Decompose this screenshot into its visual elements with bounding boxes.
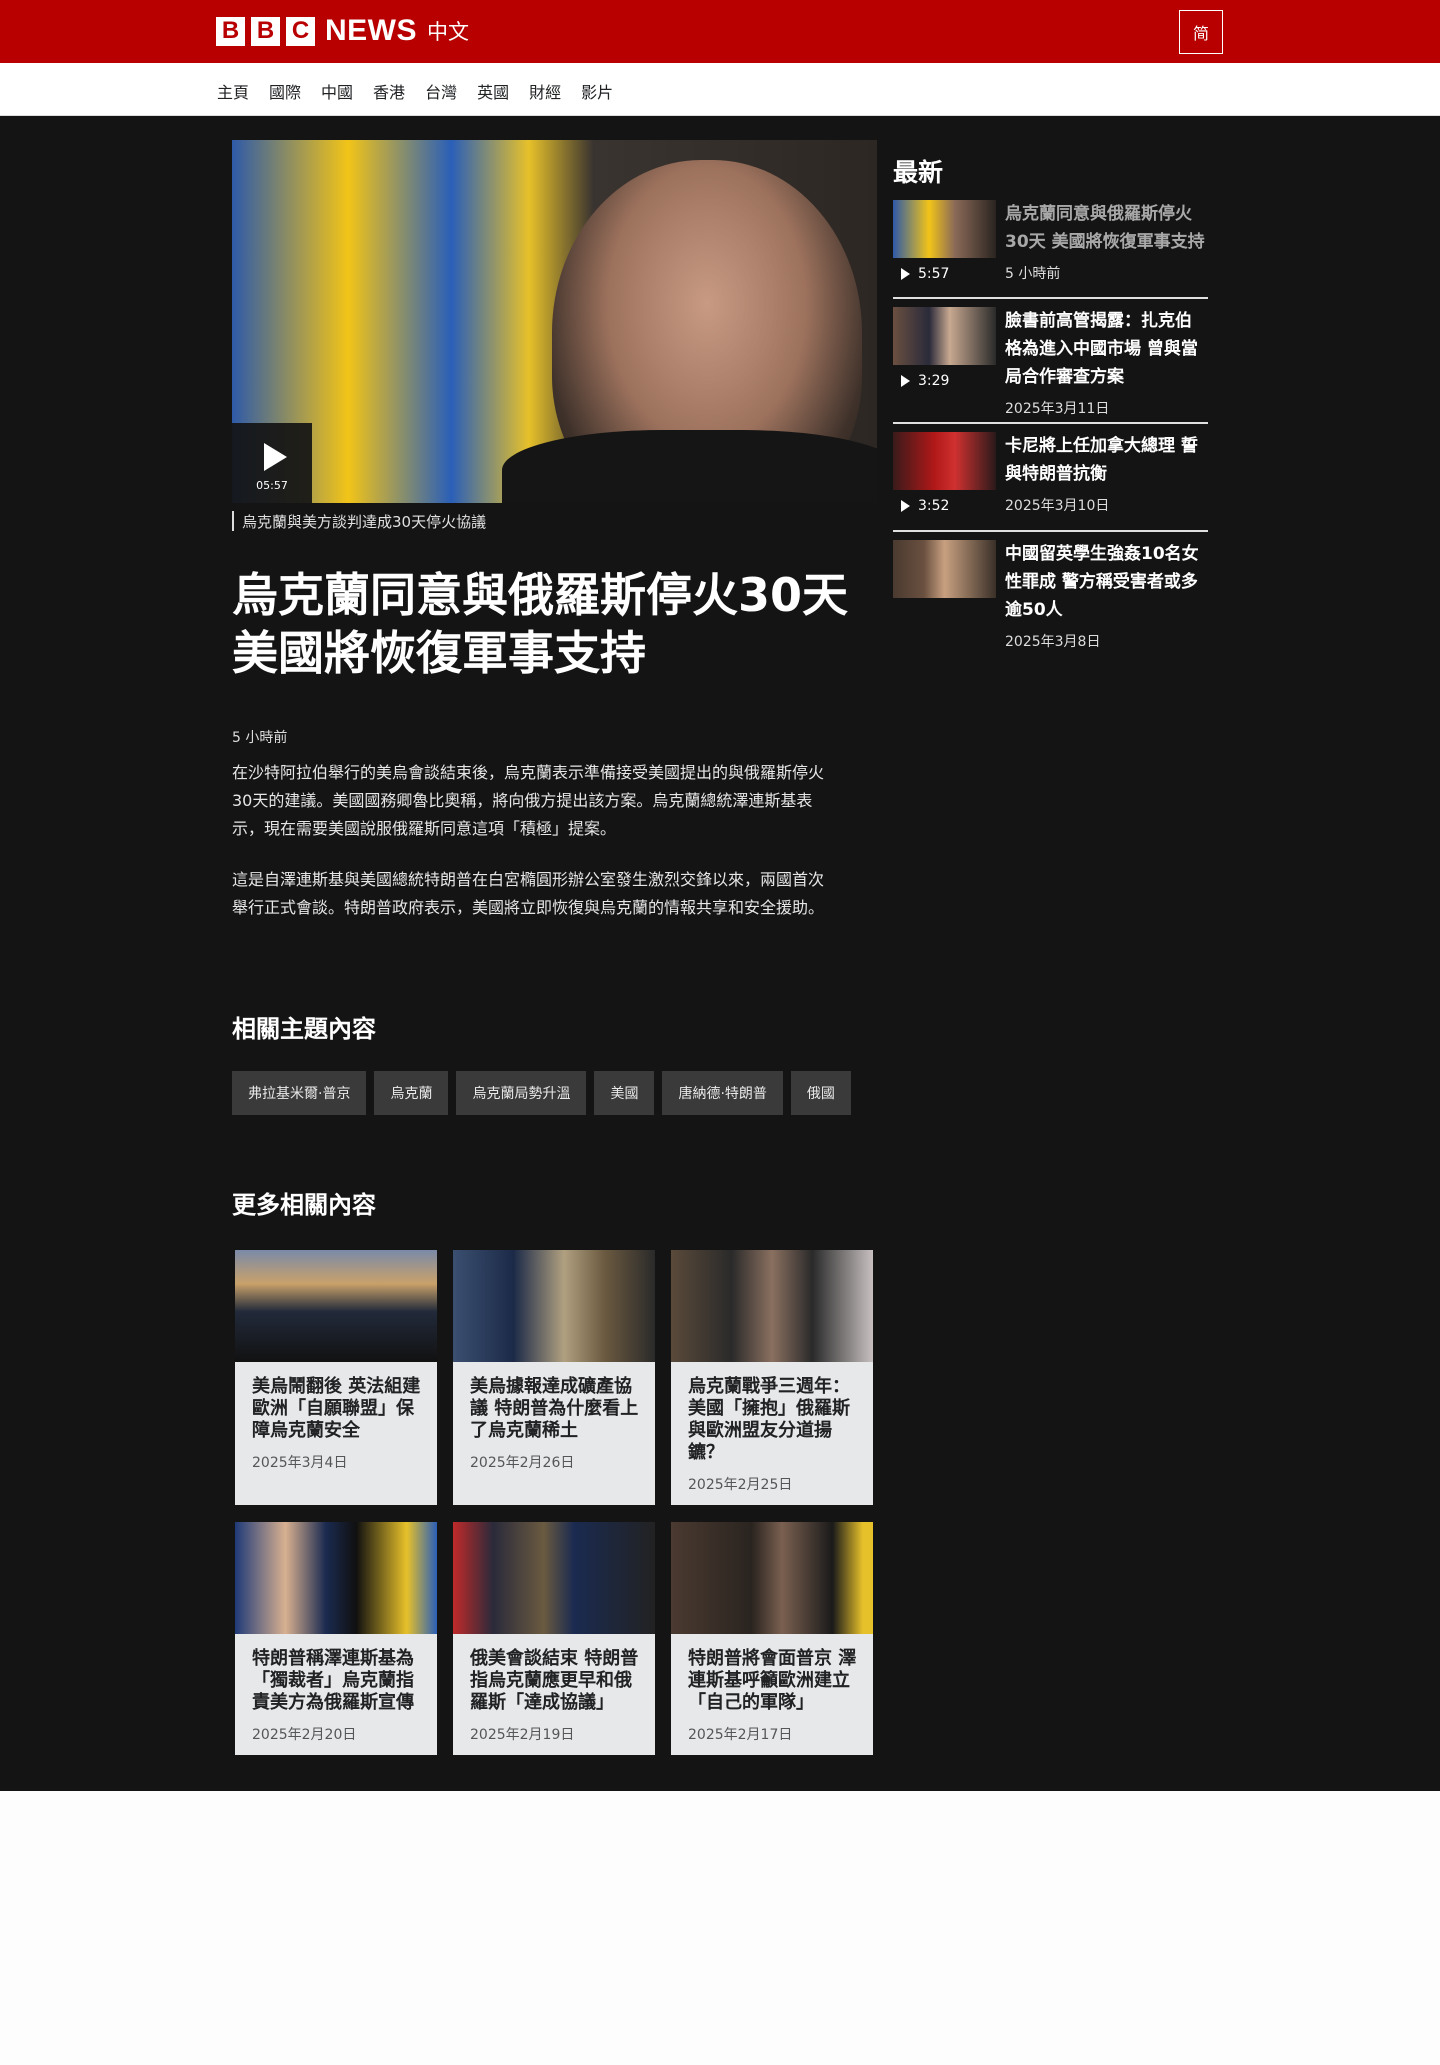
latest-item[interactable]: 中國留英學生強姦10名女性罪成 警方稱受害者或多逾50人 2025年3月8日 (893, 540, 1208, 655)
nav-item-taiwan[interactable]: 台灣 (425, 79, 457, 103)
topic-tag[interactable]: 唐納德·特朗普 (662, 1071, 783, 1115)
latest-duration: 5:57 (901, 266, 949, 282)
card-date: 2025年2月20日 (252, 1727, 357, 1743)
latest-duration: 3:52 (901, 498, 949, 514)
article-paragraph: 在沙特阿拉伯舉行的美烏會談結束後，烏克蘭表示準備接受美國提出的與俄羅斯停火30天… (232, 763, 825, 838)
related-card[interactable]: 美烏據報達成礦產協議 特朗普為什麼看上了烏克蘭稀土 2025年2月26日 (453, 1250, 655, 1505)
separator (893, 530, 1208, 532)
latest-duration-text: 3:29 (918, 373, 950, 389)
nav-item-finance[interactable]: 財經 (529, 79, 561, 103)
card-thumbnail (235, 1250, 437, 1362)
logo-news: NEWS (325, 14, 417, 47)
bbc-news-logo[interactable]: B B C NEWS 中文 (216, 14, 469, 47)
related-card[interactable]: 特朗普將會面普京 澤連斯基呼籲歐洲建立「自己的軍隊」 2025年2月17日 (671, 1522, 873, 1755)
related-card[interactable]: 特朗普稱澤連斯基為「獨裁者」烏克蘭指責美方為俄羅斯宣傳 2025年2月20日 (235, 1522, 437, 1755)
logo-language: 中文 (427, 20, 469, 44)
portrait-clothing (502, 430, 877, 503)
card-thumbnail (453, 1522, 655, 1634)
latest-item[interactable]: 3:29 臉書前高管揭露：扎克伯格為進入中國市場 曾與當局合作審查方案 2025… (893, 307, 1208, 422)
related-topics-title: 相關主題內容 (232, 1015, 376, 1043)
topic-tag[interactable]: 俄國 (790, 1071, 851, 1115)
related-card[interactable]: 烏克蘭戰爭三週年：美國「擁抱」俄羅斯與歐洲盟友分道揚鑣？ 2025年2月25日 (671, 1250, 873, 1505)
nav-item-home[interactable]: 主頁 (217, 79, 249, 103)
play-icon (901, 375, 910, 387)
article-headline: 烏克蘭同意與俄羅斯停火30天 美國將恢復軍事支持 (232, 568, 849, 680)
latest-duration: 3:29 (901, 373, 949, 389)
card-date: 2025年2月19日 (470, 1727, 575, 1743)
nav-bar: 主頁 國際 中國 香港 台灣 英國 財經 影片 (0, 63, 1440, 116)
nav-item-china[interactable]: 中國 (321, 79, 353, 103)
nav-item-international[interactable]: 國際 (269, 79, 301, 103)
top-bar: B B C NEWS 中文 简 (0, 0, 1440, 63)
card-date: 2025年3月4日 (252, 1455, 348, 1471)
latest-title-text: 卡尼將上任加拿大總理 誓與特朗普抗衡 (1005, 436, 1198, 484)
simplified-chinese-toggle-button[interactable]: 简 (1179, 10, 1223, 54)
latest-date: 2025年3月8日 (1005, 634, 1101, 650)
nav-item-hongkong[interactable]: 香港 (373, 79, 405, 103)
latest-thumbnail (893, 307, 996, 365)
latest-thumbnail (893, 200, 996, 258)
latest-item[interactable]: 3:52 卡尼將上任加拿大總理 誓與特朗普抗衡 2025年3月10日 (893, 432, 1208, 522)
topic-tag[interactable]: 弗拉基米爾·普京 (232, 1071, 367, 1115)
latest-title-text: 烏克蘭同意與俄羅斯停火30天 美國將恢復軍事支持 (1005, 204, 1205, 252)
card-date: 2025年2月25日 (688, 1477, 793, 1493)
card-thumbnail (671, 1522, 873, 1634)
card-date: 2025年2月26日 (470, 1455, 575, 1471)
article-paragraph: 這是自澤連斯基與美國總統特朗普在白宮橢圓形辦公室發生激烈交鋒以來，兩國首次舉行正… (232, 870, 825, 917)
nav-item-video[interactable]: 影片 (581, 79, 613, 103)
card-date: 2025年2月17日 (688, 1727, 793, 1743)
latest-date: 2025年3月10日 (1005, 498, 1110, 514)
logo-letter: C (286, 16, 315, 46)
video-play-button[interactable]: 05:57 (232, 423, 312, 503)
latest-title: 最新 (893, 158, 944, 187)
latest-title-text: 中國留英學生強姦10名女性罪成 警方稱受害者或多逾50人 (1005, 544, 1199, 620)
latest-duration-text: 3:52 (918, 498, 950, 514)
logo-letter: B (251, 16, 280, 46)
more-related-title: 更多相關內容 (232, 1191, 376, 1219)
separator (893, 297, 1208, 299)
article-timestamp: 5 小時前 (232, 730, 288, 746)
card-title: 烏克蘭戰爭三週年：美國「擁抱」俄羅斯與歐洲盟友分道揚鑣？ (688, 1376, 850, 1463)
latest-date: 2025年3月11日 (1005, 401, 1110, 417)
play-icon (901, 268, 910, 280)
play-icon (901, 500, 910, 512)
latest-duration-text: 5:57 (918, 266, 950, 282)
latest-date: 5 小時前 (1005, 266, 1061, 282)
card-thumbnail (235, 1522, 437, 1634)
card-title: 特朗普將會面普京 澤連斯基呼籲歐洲建立「自己的軍隊」 (688, 1648, 857, 1713)
related-card[interactable]: 俄美會談結束 特朗普指烏克蘭應更早和俄羅斯「達成協議」 2025年2月19日 (453, 1522, 655, 1755)
latest-item[interactable]: 5:57 烏克蘭同意與俄羅斯停火30天 美國將恢復軍事支持 5 小時前 (893, 200, 1208, 290)
related-card[interactable]: 美烏鬧翻後 英法組建歐洲「自願聯盟」保障烏克蘭安全 2025年3月4日 (235, 1250, 437, 1505)
topic-tag[interactable]: 烏克蘭局勢升溫 (456, 1071, 587, 1115)
latest-title-text: 臉書前高管揭露：扎克伯格為進入中國市場 曾與當局合作審查方案 (1005, 311, 1198, 387)
topic-tags: 弗拉基米爾·普京 烏克蘭 烏克蘭局勢升溫 美國 唐納德·特朗普 俄國 (232, 1071, 851, 1115)
video-duration: 05:57 (256, 479, 288, 492)
hero-video-thumbnail[interactable] (232, 140, 877, 503)
latest-thumbnail (893, 432, 996, 490)
play-icon (264, 443, 287, 471)
video-caption: 烏克蘭與美方談判達成30天停火協議 (232, 511, 486, 531)
card-thumbnail (671, 1250, 873, 1362)
card-title: 美烏鬧翻後 英法組建歐洲「自願聯盟」保障烏克蘭安全 (252, 1376, 421, 1441)
card-thumbnail (453, 1250, 655, 1362)
topic-tag[interactable]: 烏克蘭 (374, 1071, 449, 1115)
topic-tag[interactable]: 美國 (594, 1071, 655, 1115)
separator (893, 422, 1208, 424)
card-title: 美烏據報達成礦產協議 特朗普為什麼看上了烏克蘭稀土 (470, 1376, 639, 1441)
card-title: 俄美會談結束 特朗普指烏克蘭應更早和俄羅斯「達成協議」 (470, 1648, 639, 1713)
card-title: 特朗普稱澤連斯基為「獨裁者」烏克蘭指責美方為俄羅斯宣傳 (252, 1648, 414, 1713)
logo-letter: B (216, 16, 245, 46)
nav-item-uk[interactable]: 英國 (477, 79, 509, 103)
latest-thumbnail (893, 540, 996, 598)
